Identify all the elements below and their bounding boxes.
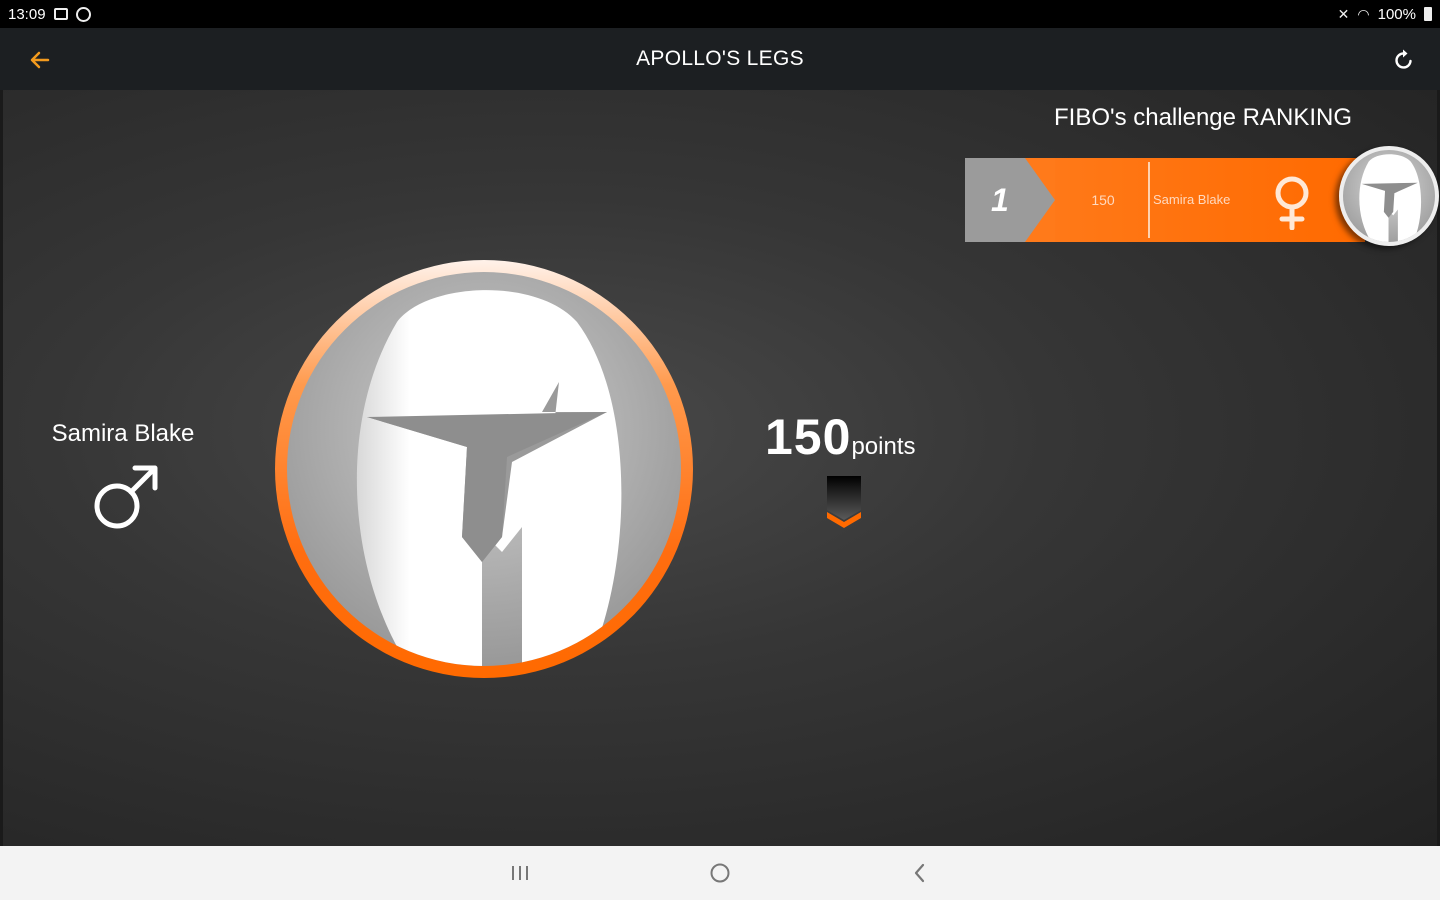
avatar (275, 260, 693, 678)
male-icon (94, 465, 158, 529)
recent-apps-icon (512, 866, 528, 880)
female-icon (1275, 176, 1309, 230)
app-bar: APOLLO'S LEGS (0, 28, 1440, 90)
level-marker-icon (827, 476, 861, 528)
page-title: APOLLO'S LEGS (636, 47, 804, 70)
rank-divider (1148, 162, 1150, 238)
points-value: 150 (765, 409, 852, 465)
spartan-helmet-icon (356, 290, 622, 666)
avatar-inner (287, 272, 681, 666)
rank-number: 1 (991, 182, 1009, 218)
status-right: ✕ ◠ 100% (1338, 6, 1432, 23)
back-button[interactable] (22, 42, 58, 78)
wifi-icon: ◠ (1357, 5, 1370, 22)
rank-name: Samira Blake (1153, 192, 1231, 207)
refresh-icon (1395, 49, 1412, 69)
mute-icon: ✕ (1337, 5, 1350, 22)
nav-back-button[interactable] (900, 853, 940, 893)
points-unit: points (851, 433, 916, 460)
battery-icon (1424, 7, 1432, 21)
back-icon (914, 863, 925, 883)
recent-apps-button[interactable] (500, 853, 540, 893)
status-time: 13:09 (8, 5, 46, 23)
battery-percent: 100% (1377, 5, 1416, 23)
system-nav-bar (0, 846, 1440, 900)
gallery-icon (53, 8, 68, 20)
alarm-icon (75, 6, 91, 22)
arrow-left-icon (30, 51, 50, 69)
rank-avatar (1339, 146, 1439, 246)
rank-points: 150 (1091, 192, 1115, 208)
status-left: 13:09 (8, 6, 91, 23)
status-bar: 13:09 ✕ ◠ 100% (0, 0, 1440, 28)
refresh-button[interactable] (1386, 42, 1422, 78)
home-button[interactable] (700, 853, 740, 893)
rank-chevron (1025, 158, 1055, 242)
main-content: Samira Blake 150points FIBO's challenge … (0, 90, 1440, 846)
spartan-helmet-small-icon (1359, 154, 1422, 242)
home-icon (710, 863, 730, 883)
ranking-title: FIBO's challenge RANKING (1053, 104, 1353, 131)
user-name: Samira Blake (51, 420, 195, 447)
points-display: 150points (765, 408, 945, 466)
